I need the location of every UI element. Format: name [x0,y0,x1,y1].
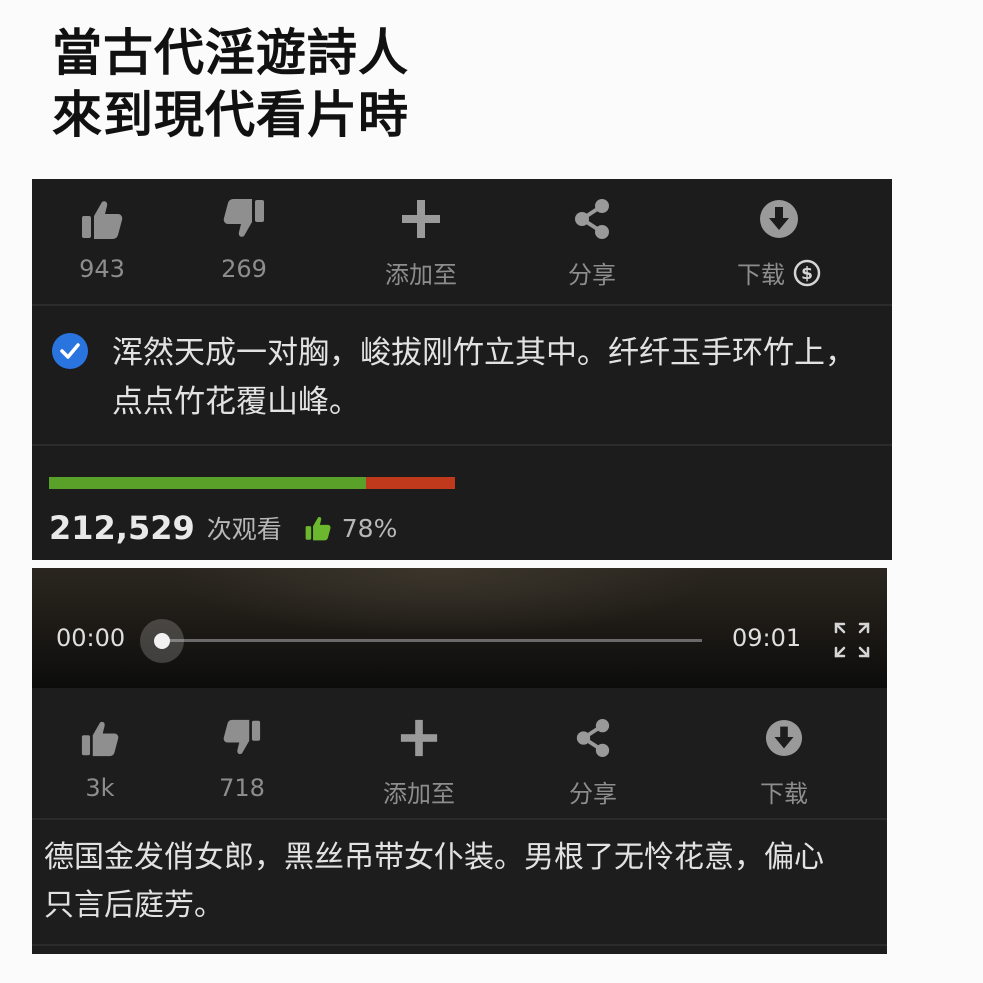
caption-line-1: 當古代淫遊詩人 [52,24,409,82]
current-time: 00:00 [56,624,126,652]
add-to-button[interactable]: 添加至 [359,714,479,809]
share-icon [533,714,653,762]
like-count: 3k [85,774,115,802]
divider [32,944,887,946]
duration: 09:01 [732,624,802,652]
thumbs-up-icon [40,714,160,762]
rating-bar-positive [49,477,366,489]
divider [32,444,892,446]
download-button[interactable]: 下载 $ [719,195,839,290]
download-icon [724,714,844,762]
video-player[interactable]: 00:00 09:01 [32,568,887,688]
thumbs-up-icon [42,195,162,243]
rating-thumbs-up-icon [304,515,332,541]
video-info-panel-2: 00:00 09:01 3k 718 添加至 分享 下载 德国金发俏女郎，黑丝吊… [32,568,887,954]
share-icon [532,195,652,243]
divider [32,818,887,820]
video-description: 浑然天成一对胸，峻拔刚竹立其中。纤纤玉手环竹上，点点竹花覆山峰。 [112,335,856,420]
rating-bar [49,477,455,489]
plus-icon [359,714,479,762]
download-label: 下载 [760,780,808,808]
video-frame [162,568,722,638]
download-label: 下载 [737,261,785,289]
share-button[interactable]: 分享 [533,714,653,809]
view-count-label: 次观看 [206,515,282,544]
meme-caption: 當古代淫遊詩人 來到現代看片時 [52,22,409,146]
seek-handle[interactable] [154,633,170,649]
like-button[interactable]: 3k [40,714,160,802]
share-label: 分享 [569,780,617,808]
add-to-label: 添加至 [383,780,455,808]
like-count: 943 [79,255,125,283]
rating-bar-negative [365,477,455,489]
svg-text:$: $ [801,264,813,284]
add-to-button[interactable]: 添加至 [361,195,481,290]
video-description: 德国金发俏女郎，黑丝吊带女仆装。男根了无怜花意，偏心只言后庭芳。 [44,840,824,923]
dislike-button[interactable]: 718 [182,714,302,802]
video-stats: 212,529 次观看 78% [49,509,397,547]
dislike-count: 718 [219,774,265,802]
dollar-icon: $ [793,259,821,287]
share-button[interactable]: 分享 [532,195,652,290]
verified-check-icon [52,333,88,369]
seek-bar[interactable] [162,639,702,642]
divider [32,304,892,306]
video-info-panel-1: 943 269 添加至 分享 下载 $ 浑然天成一对胸，峻拔刚竹立其中。纤纤玉手… [32,179,892,560]
rating-percent: 78% [341,513,398,543]
caption-line-2: 來到現代看片時 [52,86,409,144]
fullscreen-icon[interactable] [832,620,872,664]
add-to-label: 添加至 [385,261,457,289]
dislike-button[interactable]: 269 [184,195,304,283]
thumbs-down-icon [182,714,302,762]
download-button[interactable]: 下载 [724,714,844,809]
view-count: 212,529 [49,509,195,547]
download-icon [719,195,839,243]
thumbs-down-icon [184,195,304,243]
dislike-count: 269 [221,255,267,283]
share-label: 分享 [568,261,616,289]
like-button[interactable]: 943 [42,195,162,283]
plus-icon [361,195,481,243]
